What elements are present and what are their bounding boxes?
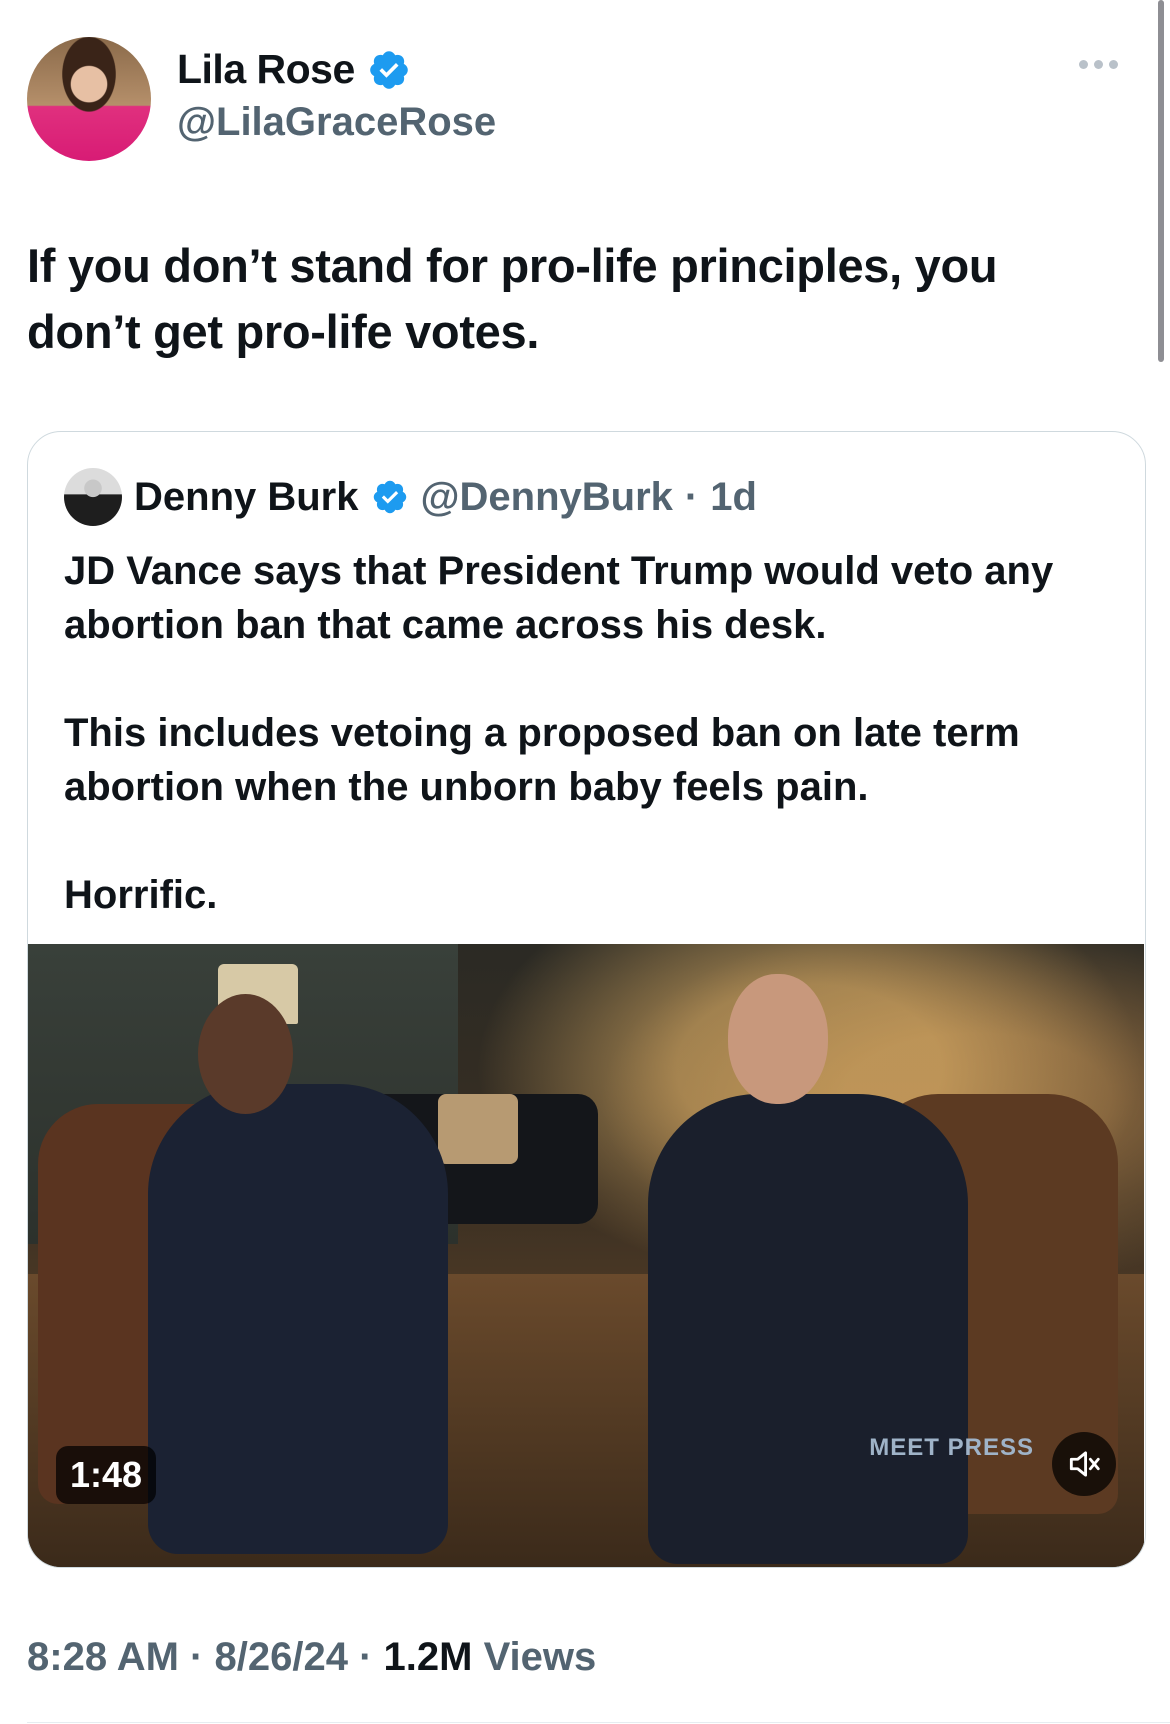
more-dot	[1094, 60, 1103, 69]
author-name-row: Lila Rose	[177, 46, 411, 93]
author-name[interactable]: Lila Rose	[177, 46, 355, 93]
mute-button[interactable]	[1052, 1432, 1116, 1496]
quoted-header: Denny Burk @DennyBurk · 1d	[64, 468, 757, 526]
scrollbar[interactable]	[1158, 0, 1164, 362]
tweet-text: If you don’t stand for pro-life principl…	[27, 239, 998, 358]
separator-dot: ·	[359, 1635, 373, 1679]
volume-muted-icon	[1069, 1451, 1100, 1477]
video-scene-head	[198, 994, 293, 1114]
tweet-date[interactable]: 8/26/24	[214, 1635, 347, 1679]
quoted-paragraph: Horrific.	[64, 873, 218, 917]
tweet-metadata: 8:28 AM · 8/26/24 · 1.2M Views	[27, 1635, 596, 1680]
more-dot	[1109, 60, 1118, 69]
tweet-time[interactable]: 8:28 AM	[27, 1635, 179, 1679]
verified-badge-icon	[369, 50, 408, 89]
quoted-author-handle[interactable]: @DennyBurk	[421, 475, 673, 520]
video-player[interactable]: 1:48 MEET PRESS	[28, 944, 1144, 1567]
separator-dot: ·	[190, 1635, 204, 1679]
quoted-text: JD Vance says that President Trump would…	[64, 544, 1124, 976]
video-scene-pillow	[438, 1094, 518, 1164]
author-avatar[interactable]	[27, 37, 151, 161]
video-scene-person	[148, 1084, 448, 1554]
video-scene-head	[728, 974, 828, 1104]
separator-dot: ·	[684, 474, 699, 519]
views-label: Views	[483, 1635, 597, 1679]
more-horizontal-icon[interactable]	[1079, 60, 1118, 69]
divider	[27, 1722, 1170, 1723]
author-handle[interactable]: @LilaGraceRose	[177, 100, 496, 145]
quoted-timestamp[interactable]: 1d	[710, 475, 757, 520]
quoted-paragraph: JD Vance says that President Trump would…	[64, 549, 1054, 647]
quoted-paragraph: This includes vetoing a proposed ban on …	[64, 711, 1020, 809]
quoted-author-name[interactable]: Denny Burk	[134, 475, 359, 520]
video-duration-badge: 1:48	[56, 1446, 157, 1504]
quoted-tweet-card[interactable]: Denny Burk @DennyBurk · 1d JD Vance says…	[27, 431, 1146, 1568]
video-scene-person	[648, 1094, 968, 1564]
broadcast-watermark: MEET PRESS	[869, 1434, 1034, 1461]
views-count: 1.2M	[383, 1635, 473, 1679]
quoted-author-avatar[interactable]	[64, 468, 122, 526]
more-dot	[1079, 60, 1088, 69]
verified-badge-icon	[373, 480, 406, 514]
